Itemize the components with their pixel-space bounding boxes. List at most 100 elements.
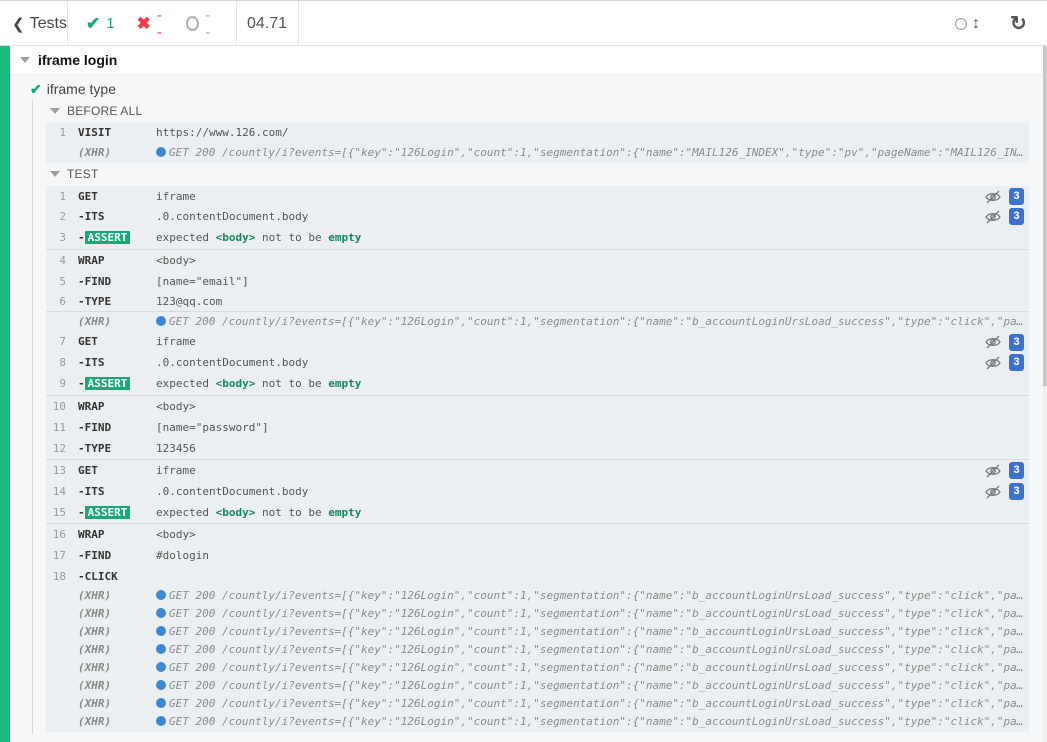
elements-count-badge: 3 <box>1009 483 1024 500</box>
command-row[interactable]: 14 -ITS .0.contentDocument.body 3 <box>46 481 1029 502</box>
eye-slash-icon[interactable] <box>985 484 1001 500</box>
command-message: <body> <box>156 400 196 413</box>
command-name: (XHR) <box>78 607 112 620</box>
command-row[interactable]: 9- ASSERT expected <body> not to be empty <box>46 373 1029 394</box>
eye-slash-icon[interactable] <box>985 209 1001 225</box>
xhr-message: GET 200 /countly/i?events=[{"key":"126Lo… <box>156 659 1026 677</box>
command-row[interactable]: 2 -ITS .0.contentDocument.body 3 <box>46 206 1029 227</box>
eye-slash-icon[interactable] <box>985 355 1001 371</box>
rerun-button[interactable]: ↻ <box>1010 1 1027 46</box>
test-title: iframe type <box>46 81 116 97</box>
chevron-left-icon: ❮ <box>12 15 25 33</box>
command-number: 11 <box>52 421 66 434</box>
command-row[interactable]: 16 WRAP <body> <box>46 524 1029 545</box>
hook-before-all[interactable]: BEFORE ALL <box>50 102 142 120</box>
command-number: 18 <box>52 570 66 583</box>
command-name: -ITS <box>78 356 105 369</box>
eye-slash-icon[interactable] <box>985 334 1001 350</box>
xhr-log-row[interactable]: (XHR) GET 200 /countly/i?events=[{"key":"… <box>46 677 1029 695</box>
xhr-message: GET 200 /countly/i?events=[{"key":"126Lo… <box>156 143 1026 163</box>
auto-scroll-toggle[interactable]: ↕ <box>955 1 980 46</box>
command-row[interactable]: 4 WRAP <body> <box>46 250 1029 271</box>
assert-message-part: <body> <box>215 506 256 519</box>
assert-message-part: not to be <box>261 231 322 244</box>
command-name: -CLICK <box>78 570 118 583</box>
command-row[interactable]: 15- ASSERT expected <body> not to be empty <box>46 502 1029 523</box>
xhr-log-row[interactable]: (XHR) GET 200 /countly/i?events=[{"key":"… <box>46 587 1029 605</box>
xhr-text: GET 200 /countly/i?events=[{"key":"126Lo… <box>169 146 1026 159</box>
xhr-log-row[interactable]: (XHR) GET 200 /countly/i?events=[{"key":"… <box>46 143 1029 163</box>
hook-test[interactable]: TEST <box>50 165 98 183</box>
command-number: 12 <box>52 442 66 455</box>
xhr-log-row[interactable]: (XHR) GET 200 /countly/i?events=[{"key":"… <box>46 659 1029 677</box>
reload-icon: ↻ <box>1010 13 1027 35</box>
command-message: <body> <box>156 254 196 267</box>
failed-stat: ✖ -- <box>137 7 164 41</box>
xhr-status-dot-icon <box>156 316 166 326</box>
stats: ✔ 1 ✖ -- -- <box>68 1 237 46</box>
command-name: (XHR) <box>78 679 112 692</box>
command-message: expected <body> not to be empty <box>156 227 361 248</box>
pending-count: -- <box>205 6 211 41</box>
xhr-status-dot-icon <box>156 626 166 636</box>
caret-down-icon <box>20 57 30 63</box>
command-name: GET <box>78 335 98 348</box>
command-group-divider <box>46 459 1029 460</box>
eye-slash-icon[interactable] <box>985 463 1001 479</box>
command-row[interactable]: 3- ASSERT expected <body> not to be empty <box>46 227 1029 248</box>
xhr-log-row[interactable]: (XHR) GET 200 /countly/i?events=[{"key":"… <box>46 641 1029 659</box>
command-number: 2 <box>59 210 66 223</box>
command-row[interactable]: 18 -CLICK <box>46 566 1029 587</box>
child-dash: - <box>78 377 85 390</box>
xhr-log-row[interactable]: (XHR) GET 200 /countly/i?events=[{"key":"… <box>46 695 1029 713</box>
command-row[interactable]: 6 -TYPE 123@qq.com <box>46 292 1029 312</box>
command-group-divider <box>46 311 1029 312</box>
command-message: expected <body> not to be empty <box>156 373 361 394</box>
xhr-status-dot-icon <box>156 147 166 157</box>
assert-badge: ASSERT <box>84 377 131 390</box>
command-group-divider <box>46 523 1029 524</box>
command-number: 9 <box>59 377 66 390</box>
command-row[interactable]: 8 -ITS .0.contentDocument.body 3 <box>46 352 1029 373</box>
command-row[interactable]: 5 -FIND [name="email"] <box>46 271 1029 292</box>
xhr-log-row[interactable]: (XHR) GET 200 /countly/i?events=[{"key":"… <box>46 312 1029 332</box>
hook-label: TEST <box>67 167 99 181</box>
command-message: iframe <box>156 335 196 348</box>
command-name: - ASSERT <box>78 227 131 248</box>
xhr-text: GET 200 /countly/i?events=[{"key":"126Lo… <box>169 625 1026 638</box>
xhr-log-row[interactable]: (XHR) GET 200 /countly/i?events=[{"key":"… <box>46 623 1029 641</box>
command-name: (XHR) <box>78 625 112 638</box>
command-row[interactable]: 1 VISIT https://www.126.com/ <box>46 123 1029 143</box>
xhr-message: GET 200 /countly/i?events=[{"key":"126Lo… <box>156 713 1026 731</box>
command-name: (XHR) <box>78 146 112 159</box>
assert-message-part: expected <box>156 377 209 390</box>
xhr-log-row[interactable]: (XHR) GET 200 /countly/i?events=[{"key":"… <box>46 605 1029 623</box>
command-name: GET <box>78 464 98 477</box>
command-name: GET <box>78 190 98 203</box>
xhr-status-dot-icon <box>156 716 166 726</box>
command-name: (XHR) <box>78 697 112 710</box>
command-group-divider <box>46 249 1029 250</box>
eye-slash-icon[interactable] <box>985 189 1001 205</box>
command-row[interactable]: 17 -FIND #dologin <box>46 545 1029 566</box>
command-name: VISIT <box>78 126 112 139</box>
command-row[interactable]: 11 -FIND [name="password"] <box>46 417 1029 438</box>
xhr-log-row[interactable]: (XHR) GET 200 /countly/i?events=[{"key":"… <box>46 713 1029 731</box>
circle-icon <box>955 17 967 30</box>
caret-down-icon <box>50 171 60 177</box>
test-header[interactable]: ✔ iframe type <box>30 79 116 99</box>
suite-header[interactable]: iframe login <box>10 46 1043 75</box>
command-row[interactable]: 10 WRAP <body> <box>46 396 1029 417</box>
hook-label: BEFORE ALL <box>67 104 143 118</box>
command-row[interactable]: 1 GET iframe 3 <box>46 186 1029 207</box>
scrollbar-thumb[interactable] <box>1043 46 1047 386</box>
command-message: .0.contentDocument.body <box>156 356 309 369</box>
back-to-tests-button[interactable]: ❮ Tests <box>0 1 68 46</box>
xhr-text: GET 200 /countly/i?events=[{"key":"126Lo… <box>169 315 1026 328</box>
command-row[interactable]: 7 GET iframe 3 <box>46 332 1029 352</box>
passed-stat: ✔ 1 <box>86 14 115 34</box>
assert-message-part: not to be <box>261 506 322 519</box>
command-row[interactable]: 12 -TYPE 123456 <box>46 438 1029 459</box>
command-message: expected <body> not to be empty <box>156 502 361 523</box>
command-row[interactable]: 13 GET iframe 3 <box>46 460 1029 481</box>
